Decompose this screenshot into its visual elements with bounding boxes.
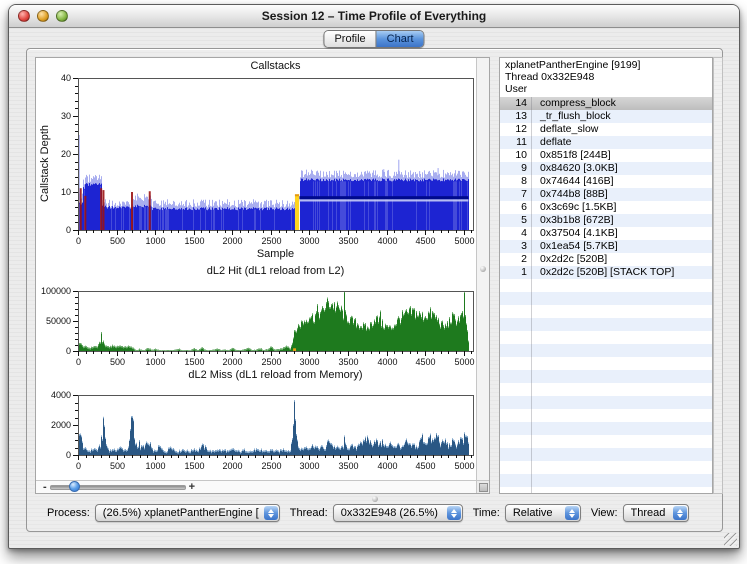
stack-row[interactable]: 10x2d2c [520B] [STACK TOP] bbox=[500, 266, 712, 279]
stack-row[interactable] bbox=[500, 409, 712, 422]
stack-row[interactable] bbox=[500, 383, 712, 396]
popup-stepper-icon bbox=[565, 506, 579, 520]
pane-splitter[interactable] bbox=[490, 57, 499, 494]
callstack-panel: xplanetPantherEngine [9199] Thread 0x332… bbox=[499, 57, 713, 494]
callstacks-title: Callstacks bbox=[78, 60, 473, 72]
view-label: View: bbox=[591, 507, 618, 519]
stack-row[interactable]: 11deflate bbox=[500, 136, 712, 149]
zoom-out-icon[interactable]: - bbox=[40, 482, 50, 492]
callstacks-chart[interactable] bbox=[36, 72, 478, 248]
stack-row[interactable] bbox=[500, 422, 712, 435]
dl2-hit-chart[interactable] bbox=[36, 285, 478, 369]
dl2-miss-chart[interactable] bbox=[36, 389, 478, 473]
view-popup[interactable]: Thread bbox=[623, 504, 689, 522]
resize-grip[interactable] bbox=[724, 533, 737, 546]
thread-popup[interactable]: 0x332E948 (26.5%) bbox=[333, 504, 463, 522]
mode-line: User bbox=[505, 83, 707, 95]
zoom-slider[interactable]: - + bbox=[40, 481, 198, 493]
time-label: Time: bbox=[473, 507, 500, 519]
process-popup[interactable]: (26.5%) xplanetPantherEngine [9199] bbox=[95, 504, 280, 522]
stack-row[interactable] bbox=[500, 396, 712, 409]
stack-row[interactable]: 90x84620 [3.0KB] bbox=[500, 162, 712, 175]
stack-row[interactable]: 80x74644 [416B] bbox=[500, 175, 712, 188]
stack-row[interactable]: 20x2d2c [520B] bbox=[500, 253, 712, 266]
panel-scrollbar-track[interactable] bbox=[713, 57, 723, 494]
chart-pane: Callstacks Callstack Depth Sample dL2 Hi… bbox=[35, 57, 490, 494]
title-bar[interactable]: Session 12 – Time Profile of Everything bbox=[9, 5, 739, 28]
content-box: Callstacks Callstack Depth Sample dL2 Hi… bbox=[26, 48, 723, 532]
stack-row[interactable]: 12deflate_slow bbox=[500, 123, 712, 136]
app-window: Session 12 – Time Profile of Everything … bbox=[8, 4, 740, 549]
stack-row[interactable] bbox=[500, 357, 712, 370]
callstacks-x-axis-label: Sample bbox=[78, 248, 473, 260]
splitter-dimple-icon[interactable] bbox=[480, 266, 486, 272]
stack-list: 14compress_block13_tr_flush_block12defla… bbox=[500, 97, 712, 493]
process-name-line: xplanetPantherEngine [9199] bbox=[505, 59, 707, 71]
thread-label: Thread: bbox=[290, 507, 328, 519]
stack-row[interactable]: 60x3c69c [1.5KB] bbox=[500, 201, 712, 214]
window-body: Profile Chart Callstacks Callstack Depth… bbox=[9, 27, 739, 548]
grow-box-icon bbox=[479, 483, 488, 492]
stack-row[interactable] bbox=[500, 344, 712, 357]
stack-row[interactable] bbox=[500, 461, 712, 474]
stack-row[interactable] bbox=[500, 370, 712, 383]
stack-row[interactable] bbox=[500, 435, 712, 448]
dl2-miss-title: dL2 Miss (dL1 reload from Memory) bbox=[78, 369, 473, 381]
vertical-scrollbar-track[interactable] bbox=[476, 58, 489, 482]
stack-row[interactable]: 13_tr_flush_block bbox=[500, 110, 712, 123]
stack-row[interactable]: 70x744b8 [88B] bbox=[500, 188, 712, 201]
popup-stepper-icon bbox=[673, 506, 687, 520]
stack-row[interactable]: 30x1ea54 [5.7KB] bbox=[500, 240, 712, 253]
stack-row[interactable] bbox=[500, 448, 712, 461]
stack-row[interactable] bbox=[500, 292, 712, 305]
stack-row[interactable] bbox=[500, 487, 712, 493]
view-tabs: Profile Chart bbox=[323, 30, 424, 48]
stack-row[interactable] bbox=[500, 305, 712, 318]
zoom-slider-track[interactable] bbox=[50, 485, 186, 490]
tab-chart[interactable]: Chart bbox=[376, 31, 424, 47]
thread-line: Thread 0x332E948 bbox=[505, 71, 707, 83]
stack-row[interactable] bbox=[500, 318, 712, 331]
scroll-corner bbox=[476, 480, 489, 493]
zoom-slider-thumb[interactable] bbox=[69, 481, 80, 492]
popup-stepper-icon bbox=[264, 506, 278, 520]
screen: Session 12 – Time Profile of Everything … bbox=[0, 0, 747, 564]
stack-row[interactable]: 100x851f8 [244B] bbox=[500, 149, 712, 162]
time-popup[interactable]: Relative bbox=[505, 504, 581, 522]
callstack-header: xplanetPantherEngine [9199] Thread 0x332… bbox=[500, 58, 712, 98]
tab-profile[interactable]: Profile bbox=[324, 31, 375, 47]
stack-row[interactable] bbox=[500, 279, 712, 292]
window-title: Session 12 – Time Profile of Everything bbox=[9, 5, 739, 27]
dl2-hit-title: dL2 Hit (dL1 reload from L2) bbox=[78, 265, 473, 277]
zoom-in-icon[interactable]: + bbox=[186, 482, 198, 492]
stack-row[interactable] bbox=[500, 331, 712, 344]
stack-row[interactable]: 50x3b1b8 [672B] bbox=[500, 214, 712, 227]
stack-row[interactable] bbox=[500, 474, 712, 487]
horizontal-scrollbar-track[interactable]: - + bbox=[36, 480, 478, 493]
stack-row[interactable]: 40x37504 [4.1KB] bbox=[500, 227, 712, 240]
process-label: Process: bbox=[47, 507, 90, 519]
stack-row[interactable]: 14compress_block bbox=[500, 97, 712, 110]
popup-stepper-icon bbox=[447, 506, 461, 520]
controls-bar: Process: (26.5%) xplanetPantherEngine [9… bbox=[27, 501, 722, 525]
